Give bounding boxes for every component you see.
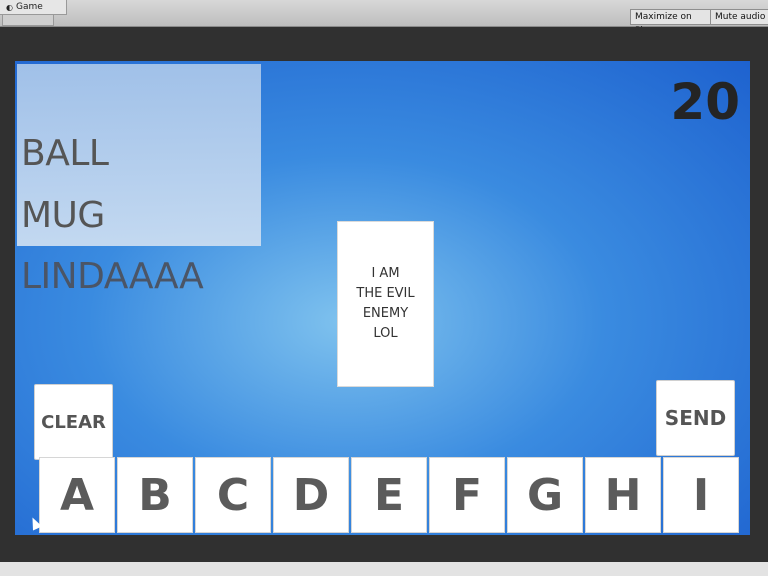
mute-audio-toggle[interactable]: Mute audio — [710, 9, 768, 25]
tab-game-label: Game — [15, 2, 43, 12]
letter-key-b[interactable]: B — [117, 457, 193, 533]
letter-key-i[interactable]: I — [663, 457, 739, 533]
letter-key-d[interactable]: D — [273, 457, 349, 533]
aspect-dropdown[interactable] — [2, 14, 54, 26]
game-view: BALL MUG LINDAAAA 20 I AM THE EVIL ENEMY… — [15, 61, 750, 535]
letter-key-h[interactable]: H — [585, 457, 661, 533]
word-item: MUG — [21, 195, 105, 236]
letter-key-c[interactable]: C — [195, 457, 271, 533]
enemy-card: I AM THE EVIL ENEMY LOL — [337, 221, 434, 387]
letter-key-f[interactable]: F — [429, 457, 505, 533]
tab-game[interactable]: ◐ Game — [0, 0, 67, 15]
letter-keyboard: A B C D E F G H I — [39, 457, 741, 533]
enemy-text: I AM THE EVIL ENEMY LOL — [356, 266, 415, 341]
send-button[interactable]: SEND — [656, 380, 735, 456]
letter-key-g[interactable]: G — [507, 457, 583, 533]
letter-key-a[interactable]: A — [39, 457, 115, 533]
editor-status-strip — [0, 562, 768, 576]
editor-toolbar: ◐ Game Maximize on Play Mute audio — [0, 0, 768, 36]
clear-button[interactable]: CLEAR — [34, 384, 113, 460]
word-item: BALL — [21, 133, 109, 174]
word-item: LINDAAAA — [21, 256, 204, 297]
maximize-on-play-toggle[interactable]: Maximize on Play — [630, 9, 716, 36]
game-icon: ◐ — [6, 2, 13, 12]
letter-key-e[interactable]: E — [351, 457, 427, 533]
score-counter: 20 — [670, 73, 740, 131]
